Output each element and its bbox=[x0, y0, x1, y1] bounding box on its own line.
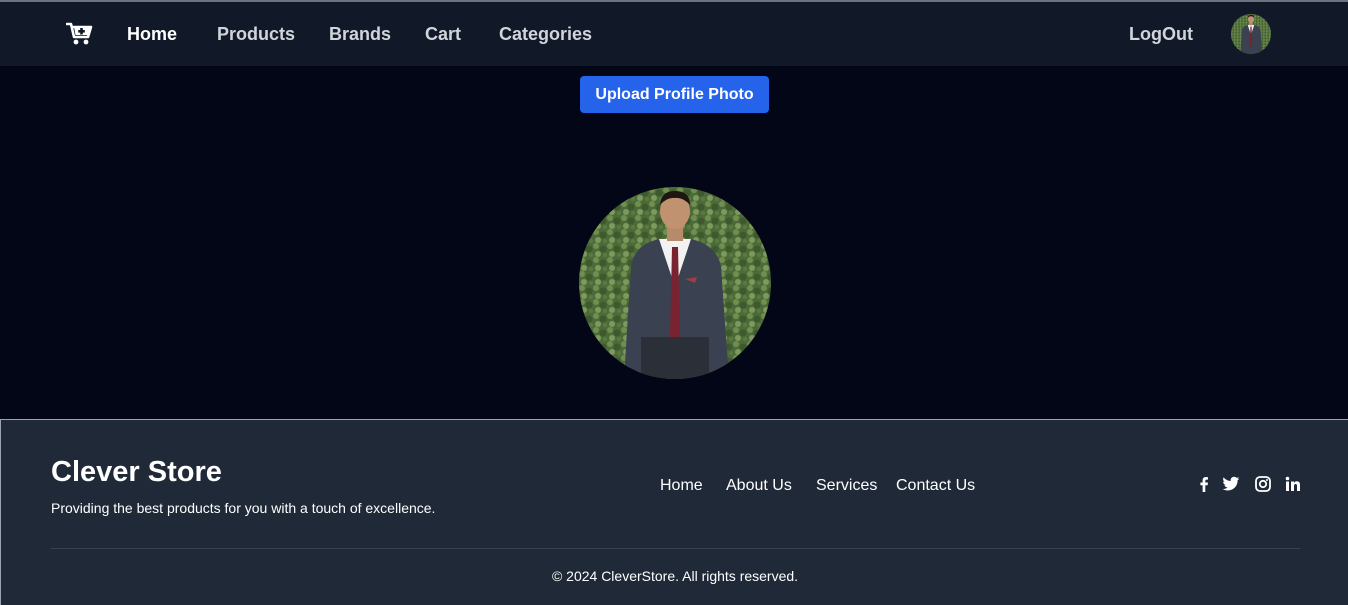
nav-link-categories[interactable]: Categories bbox=[499, 23, 592, 45]
footer-brand-title: Clever Store bbox=[51, 456, 222, 488]
nav-link-products[interactable]: Products bbox=[217, 23, 295, 45]
footer-link-contact-us[interactable]: Contact Us bbox=[896, 476, 975, 496]
profile-photo bbox=[579, 187, 771, 379]
nav-link-brands[interactable]: Brands bbox=[329, 23, 391, 45]
linkedin-icon[interactable] bbox=[1284, 475, 1302, 493]
facebook-icon[interactable] bbox=[1195, 475, 1213, 493]
main-content: Upload Profile Photo bbox=[0, 66, 1348, 419]
footer-link-about-us[interactable]: About Us bbox=[726, 476, 792, 496]
twitter-icon[interactable] bbox=[1222, 475, 1240, 493]
upload-profile-photo-button[interactable]: Upload Profile Photo bbox=[580, 76, 769, 113]
footer-tagline: Providing the best products for you with… bbox=[51, 500, 436, 516]
cart-plus-icon[interactable] bbox=[65, 22, 94, 46]
copyright-text: © 2024 CleverStore. All rights reserved. bbox=[551, 568, 799, 584]
footer: Clever Store Providing the best products… bbox=[0, 419, 1348, 605]
logout-link[interactable]: LogOut bbox=[1129, 23, 1193, 45]
nav-link-cart[interactable]: Cart bbox=[425, 23, 461, 45]
user-avatar[interactable] bbox=[1231, 14, 1271, 54]
footer-link-services[interactable]: Services bbox=[816, 476, 877, 496]
navbar: Home Products Brands Cart Categories Log… bbox=[0, 2, 1348, 66]
nav-link-home[interactable]: Home bbox=[127, 23, 177, 45]
instagram-icon[interactable] bbox=[1254, 475, 1272, 493]
footer-link-home[interactable]: Home bbox=[660, 476, 703, 496]
footer-divider bbox=[51, 548, 1300, 549]
